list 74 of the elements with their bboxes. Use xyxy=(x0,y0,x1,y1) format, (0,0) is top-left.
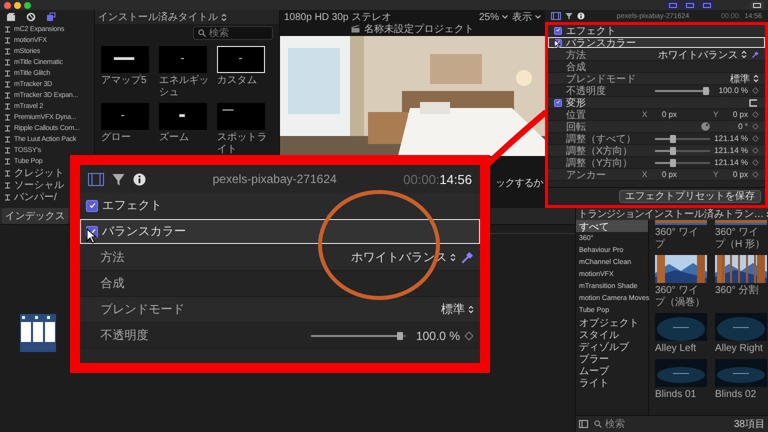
transitions-title: トランジション xyxy=(578,208,644,221)
parameter-label: ブレンドモード xyxy=(99,301,186,318)
item-count: 38項目 xyxy=(734,418,765,431)
thumbnail-label: カスタム xyxy=(217,75,258,87)
parameter-label: アンカー xyxy=(565,168,607,182)
thumbnail-label: 360° 分割 xyxy=(715,285,760,297)
parameter-label: 不透明度 xyxy=(565,84,607,98)
zoom-menu[interactable]: 25% xyxy=(478,12,508,22)
parameter-label: 不透明度 xyxy=(99,327,150,344)
thumbnail-label: Blinds 01 xyxy=(655,389,698,401)
thumbnail-label: Alley Right xyxy=(715,343,764,355)
thumbnail-label: Blinds 02 xyxy=(715,389,758,401)
caption-text: ックするか xyxy=(496,177,543,190)
thumbnail-label: スポットライト xyxy=(217,132,268,156)
axis-label: X xyxy=(642,110,648,119)
view-menu[interactable]: 表示 xyxy=(512,10,541,24)
timecode: 14:56 xyxy=(439,172,472,186)
parameter-label: 調整（X方向） xyxy=(565,144,634,158)
parameter-label: 方法 xyxy=(99,249,126,266)
thumbnail-label: ズーム xyxy=(159,132,190,144)
library-item[interactable]: クレジット xyxy=(14,166,64,180)
category-item[interactable]: オブジェクト xyxy=(576,316,648,328)
library-item[interactable]: ソーシャル xyxy=(14,178,64,192)
value-text: 0 ° xyxy=(737,122,748,131)
section-label: エフェクト xyxy=(566,25,616,38)
project-title: 名称未設定プロジェクト xyxy=(364,22,474,36)
thumbnail-label: 360° ワイプ（H 形） xyxy=(715,227,766,251)
format-label: 1080p HD 30p ステレオ xyxy=(284,11,392,24)
value-text: 121.14 % xyxy=(714,134,748,143)
thumbnail-label: エネルギッシュ xyxy=(159,75,210,99)
section-label: 変形 xyxy=(566,96,586,110)
parameter-label: ブレンドモード xyxy=(565,72,637,86)
library-item[interactable]: バンパー/ xyxy=(14,190,57,204)
search-field[interactable]: 検索 xyxy=(594,417,728,431)
value-text: 0 px xyxy=(660,110,677,119)
index-button[interactable]: インデックス xyxy=(2,208,68,224)
parameter-label: 位置 xyxy=(565,108,587,122)
value-text: 0 px xyxy=(732,110,748,119)
search-field[interactable]: 検索 xyxy=(193,26,273,40)
thumbnail-label: 360° ワイプ（渦巻） xyxy=(655,285,706,309)
category-item[interactable]: ムーブ xyxy=(576,364,648,376)
popup-button[interactable]: 標準 xyxy=(730,72,759,86)
axis-label: X xyxy=(642,170,648,179)
category-item[interactable]: ライト xyxy=(576,376,648,388)
save-preset-button[interactable]: エフェクトプリセットを保存 xyxy=(619,190,761,203)
value-text: 0 px xyxy=(732,170,748,179)
parameter-label: 調整（Y方向） xyxy=(565,156,634,170)
value-text: 100.0 % xyxy=(414,328,460,342)
category-item[interactable]: ブラー xyxy=(576,352,648,364)
section-label: バランスカラー xyxy=(102,223,186,240)
popup-button[interactable]: 標準 xyxy=(441,301,474,318)
section-label: エフェクト xyxy=(102,197,162,214)
popup-button[interactable]: ホワイトバランス xyxy=(658,48,747,62)
category-item[interactable]: スタイル xyxy=(576,328,648,340)
parameter-label: 調整（すべて） xyxy=(565,132,637,146)
value-text: 100.0 % xyxy=(718,86,748,95)
thumbnail-label: アマップ5 xyxy=(101,75,148,87)
timecode-prefix: 00:00: xyxy=(403,172,440,186)
category-item[interactable]: ディゾルブ xyxy=(576,340,648,352)
value-text: 121.14 % xyxy=(714,146,748,155)
axis-label: Y xyxy=(713,110,718,119)
parameter-label: 方法 xyxy=(565,48,587,62)
clip-name: pexels-pixabay-271624 xyxy=(212,172,338,186)
parameter-label: 合成 xyxy=(565,60,587,74)
parameter-label: 合成 xyxy=(99,275,126,292)
thumbnail-label: 360° ワイプ xyxy=(655,227,700,251)
thumbnail-label: グロー xyxy=(101,132,132,144)
category-item[interactable]: すべて xyxy=(576,220,648,232)
value-text: 0 px xyxy=(660,170,677,179)
axis-label: Y xyxy=(713,170,718,179)
thumbnail-label: Alley Left xyxy=(655,343,698,355)
parameter-label: 回転 xyxy=(565,120,587,134)
section-label: バランスカラー xyxy=(566,36,636,50)
value-text: 121.14 % xyxy=(714,158,748,167)
